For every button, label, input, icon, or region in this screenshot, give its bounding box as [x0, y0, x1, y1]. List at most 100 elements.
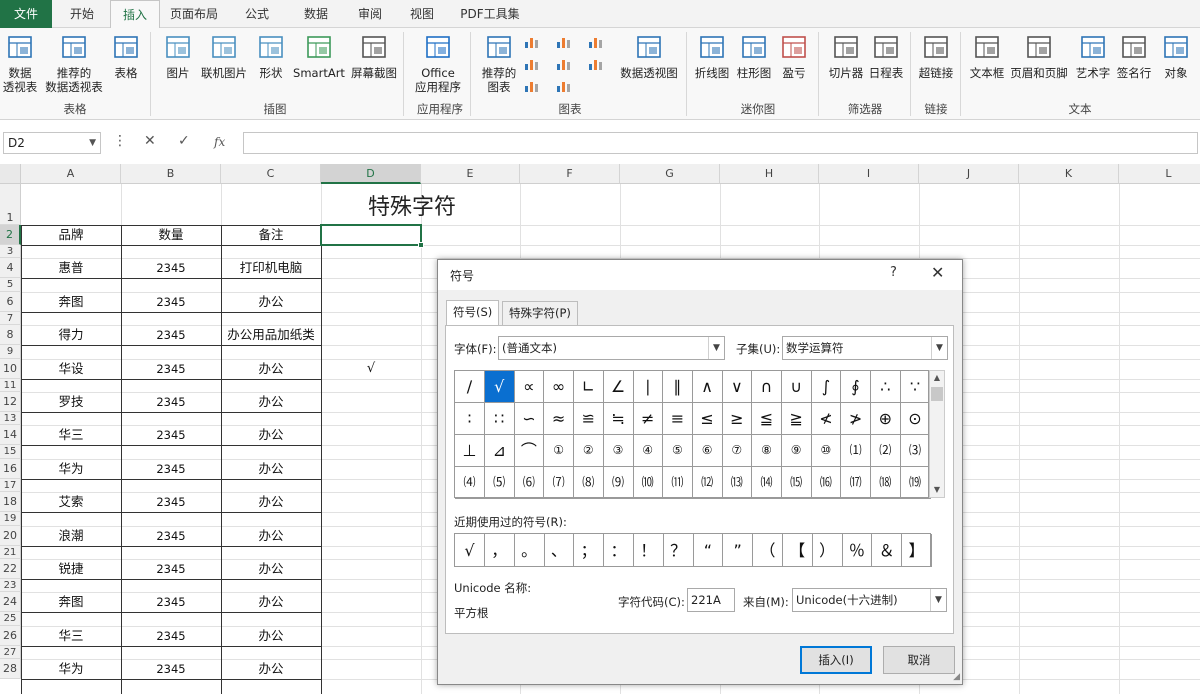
symbol-cell[interactable]: ∕: [455, 371, 485, 403]
symbol-cell[interactable]: ≮: [811, 403, 842, 435]
symbol-cell[interactable]: ⑷: [455, 467, 485, 499]
symbol-cell[interactable]: ⑸: [484, 467, 515, 499]
symbol-cell[interactable]: ≯: [841, 403, 872, 435]
symbol-cell[interactable]: ≈: [544, 403, 575, 435]
symbol-cell[interactable]: ≥: [722, 403, 753, 435]
row-header[interactable]: 22: [0, 559, 21, 579]
brand-cell[interactable]: 罗技: [21, 392, 121, 412]
symbol-cell[interactable]: ⑧: [752, 435, 782, 467]
row-header[interactable]: 26: [0, 625, 21, 646]
symbol-cell[interactable]: ∷: [484, 403, 515, 435]
brand-cell[interactable]: 奔图: [21, 292, 121, 312]
recent-symbol-cell[interactable]: ！: [634, 534, 664, 567]
note-cell[interactable]: 办公: [221, 559, 321, 579]
symbol-cell[interactable]: ⑦: [722, 435, 753, 467]
row-header[interactable]: 27: [0, 645, 21, 660]
symbol-cell[interactable]: ⊿: [484, 435, 515, 467]
note-header[interactable]: 备注: [221, 225, 321, 245]
select-all-corner[interactable]: [0, 164, 21, 184]
note-cell[interactable]: 办公: [221, 659, 321, 679]
tab-3[interactable]: 页面布局: [162, 0, 226, 28]
column-header-f[interactable]: F: [520, 164, 620, 184]
chart-type-icon[interactable]: [523, 78, 539, 94]
symbol-cell[interactable]: ∞: [544, 371, 575, 403]
qty-cell[interactable]: 2345: [121, 592, 221, 612]
symbol-cell[interactable]: ∠: [603, 371, 634, 403]
scroll-up-icon[interactable]: ▲: [930, 371, 944, 385]
col-spark-button[interactable]: 柱形图: [734, 32, 774, 80]
char-code-input[interactable]: 221A: [687, 588, 735, 612]
chart-type-icon[interactable]: [555, 34, 571, 50]
column-header-b[interactable]: B: [121, 164, 221, 184]
subset-select[interactable]: 数学运算符 ▼: [782, 336, 948, 360]
row-header[interactable]: 28: [0, 659, 21, 680]
qty-header[interactable]: 数量: [121, 225, 221, 245]
symbol-cell[interactable]: ∶: [455, 403, 485, 435]
row-header[interactable]: 21: [0, 545, 21, 559]
row-header[interactable]: 8: [0, 325, 21, 346]
symbol-cell[interactable]: ⑺: [544, 467, 575, 499]
qty-cell[interactable]: 2345: [121, 459, 221, 479]
row-header[interactable]: 25: [0, 612, 21, 626]
symbol-cell[interactable]: ⑽: [633, 467, 664, 499]
symbol-cell[interactable]: ∣: [633, 371, 664, 403]
row-header[interactable]: 9: [0, 345, 21, 359]
row-header[interactable]: 3: [0, 245, 21, 259]
brand-cell[interactable]: 华为: [21, 459, 121, 479]
chevron-down-icon[interactable]: ▼: [89, 133, 96, 153]
qty-cell[interactable]: 2345: [121, 292, 221, 312]
tab-symbols[interactable]: 符号(S): [446, 300, 500, 326]
brand-cell[interactable]: 华三: [21, 626, 121, 646]
symbol-cell[interactable]: ≦: [752, 403, 782, 435]
winloss-button[interactable]: 盈亏: [776, 32, 812, 80]
recent-symbol-cell[interactable]: 】: [902, 534, 932, 567]
symbol-cell[interactable]: ≧: [781, 403, 812, 435]
symbol-cell[interactable]: ⑩: [811, 435, 842, 467]
symbol-cell[interactable]: ∝: [514, 371, 545, 403]
symbol-cell[interactable]: ⑶: [900, 435, 931, 467]
signature-button[interactable]: 签名行: [1113, 32, 1155, 80]
symbol-cell[interactable]: ⒁: [752, 467, 782, 499]
brand-cell[interactable]: 得力: [21, 325, 121, 345]
symbol-cell[interactable]: ⑾: [662, 467, 693, 499]
column-header-j[interactable]: J: [919, 164, 1019, 184]
recent-symbol-cell[interactable]: ，: [485, 534, 515, 567]
line-spark-button[interactable]: 折线图: [690, 32, 734, 80]
picture-button[interactable]: 图片: [158, 32, 198, 80]
symbol-cell[interactable]: ④: [633, 435, 664, 467]
qty-cell[interactable]: 2345: [121, 425, 221, 445]
recent-symbol-cell[interactable]: （: [753, 534, 783, 567]
chart-type-icon[interactable]: [523, 34, 539, 50]
column-header-d[interactable]: D: [321, 164, 421, 184]
shapes-button[interactable]: 形状: [255, 32, 287, 80]
active-cell-d2[interactable]: [320, 224, 424, 248]
note-cell[interactable]: 办公: [221, 526, 321, 546]
insert-function-icon[interactable]: fx: [214, 135, 225, 149]
note-cell[interactable]: 办公: [221, 592, 321, 612]
tab-1[interactable]: 开始: [56, 0, 108, 28]
brand-cell[interactable]: 锐捷: [21, 559, 121, 579]
note-cell[interactable]: 办公: [221, 425, 321, 445]
row-header[interactable]: 11: [0, 378, 21, 392]
brand-cell[interactable]: 惠普: [21, 258, 121, 278]
recent-symbol-cell[interactable]: “: [693, 534, 724, 567]
scroll-down-icon[interactable]: ▼: [930, 483, 944, 497]
brand-cell[interactable]: 艾索: [21, 492, 121, 512]
symbol-cell[interactable]: ⒄: [841, 467, 872, 499]
symbol-cell[interactable]: ⒅: [870, 467, 901, 499]
scroll-thumb[interactable]: [931, 387, 943, 401]
wordart-button[interactable]: 艺术字: [1072, 32, 1114, 80]
row-header[interactable]: 5: [0, 278, 21, 292]
formula-input[interactable]: [243, 132, 1198, 154]
close-icon[interactable]: ✕: [931, 263, 944, 282]
recent-symbol-cell[interactable]: 【: [783, 534, 813, 567]
symbol-cell[interactable]: ⌒: [514, 435, 545, 467]
row-header[interactable]: 20: [0, 525, 21, 546]
note-cell[interactable]: 办公: [221, 392, 321, 412]
column-header-g[interactable]: G: [620, 164, 720, 184]
chevron-down-icon[interactable]: ▼: [930, 589, 946, 611]
qty-cell[interactable]: 2345: [121, 626, 221, 646]
tab-2[interactable]: 插入: [110, 0, 160, 29]
row-header[interactable]: 19: [0, 512, 21, 526]
column-header-l[interactable]: L: [1119, 164, 1200, 184]
